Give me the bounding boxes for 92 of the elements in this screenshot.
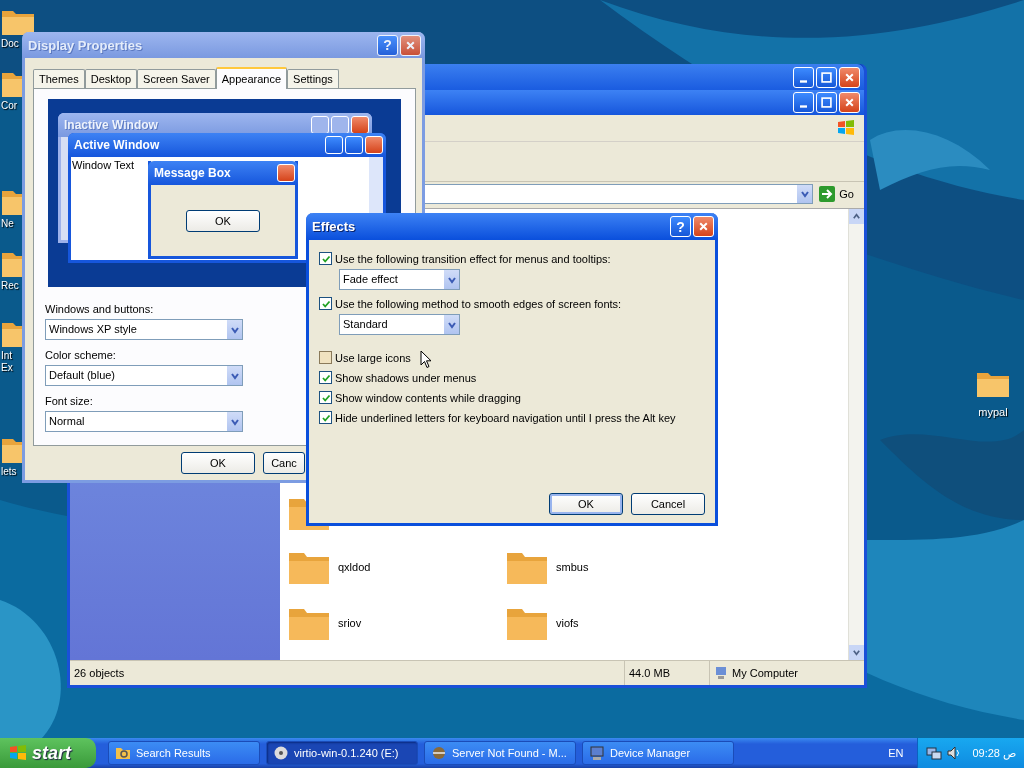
close-button[interactable] [839,92,860,113]
checkbox-label[interactable]: Use the following transition effect for menus and tooltips: [335,252,611,265]
minimize-icon [800,105,807,108]
dropdown[interactable]: Standard [339,314,460,335]
status-text: 44.0 MB [625,661,710,685]
status-text: My Computer [732,667,799,679]
disc-icon [273,745,289,761]
close-icon [844,71,855,83]
icon-label[interactable]: mypal [978,406,1008,418]
checkbox-label[interactable]: Use the following method to smooth edges of screen fonts: [335,297,622,310]
minimize-icon [800,79,807,83]
dropdown-button[interactable] [226,320,242,339]
window-title: Display Properties [28,37,143,53]
tab[interactable]: Screen Saver [137,69,216,88]
icon-label[interactable]: lets [1,466,19,478]
checkbox[interactable] [319,411,332,424]
checkbox-label[interactable]: Use large icons [335,351,411,364]
cursor-icon [420,350,432,369]
dropdown[interactable]: Normal [45,411,243,432]
close-icon [698,221,709,232]
folder-name[interactable]: viofs [556,617,579,629]
chevron-down-icon [799,189,810,199]
scroll-down-button[interactable] [849,645,864,660]
taskbar-button[interactable]: Server Not Found - M... [424,741,576,765]
window-title: Inactive Window [64,118,158,132]
scrollbar[interactable] [848,209,864,660]
taskbar-button[interactable]: virtio-win-0.1.240 (E:) [266,741,418,765]
network-icon[interactable] [926,745,943,761]
dialog-button[interactable]: OK [181,452,255,474]
folder-name[interactable]: sriov [338,617,362,629]
checkbox[interactable] [319,297,332,310]
dropdown[interactable]: Default (blue) [45,365,243,386]
close-button[interactable] [693,216,714,237]
maximize-button[interactable] [816,92,837,113]
tab[interactable]: Themes [33,69,85,88]
maximize-icon [821,97,832,108]
tab[interactable]: Desktop [84,69,138,88]
field-label: Windows and buttons: [45,303,155,315]
arrow-icon [819,186,836,202]
icon-label[interactable]: Cor [1,100,19,112]
dropdown-button[interactable] [443,315,459,334]
folder-name[interactable]: qxldod [338,561,371,573]
dropdown[interactable]: Fade effect [339,269,460,290]
scroll-up-button[interactable] [849,209,864,224]
icon-label[interactable]: Doc [1,38,19,50]
icon-label[interactable]: Rec [1,280,19,292]
windows-logo-icon [836,118,856,138]
dropdown-button[interactable] [796,185,813,203]
tab[interactable]: Appearance [215,67,288,89]
checkbox-label[interactable]: Show shadows under menus [335,371,477,384]
close-icon [844,97,855,108]
field-label: Font size: [45,395,94,407]
window-title: Message Box [154,166,231,180]
folder-name[interactable]: smbus [556,561,589,573]
minimize-button[interactable] [793,92,814,113]
taskbar-button[interactable]: Search Results [108,741,260,765]
maximize-icon [821,71,832,83]
help-button[interactable]: ? [670,216,691,237]
tab[interactable]: Settings [287,69,339,88]
maximize-button[interactable] [816,66,837,88]
dropdown-button[interactable] [226,366,242,385]
dropdown[interactable]: Windows XP style [45,319,243,340]
checkbox[interactable] [319,371,332,384]
folder-icon [115,745,131,761]
computer-icon [589,745,605,761]
language-indicator[interactable]: EN [888,747,904,759]
dialog-button[interactable]: Cancel [631,493,705,515]
window-text: Window Text [71,158,135,171]
field-label: Color scheme: [45,349,117,361]
go-button[interactable]: Go [817,186,856,202]
icon-label[interactable]: Ne [1,218,19,230]
close-icon [405,39,416,51]
checkbox[interactable] [319,351,332,364]
checkbox[interactable] [319,252,332,265]
windows-logo-icon [8,743,28,763]
minimize-button[interactable] [793,66,814,88]
icon-label[interactable]: Int Ex [1,350,19,374]
dropdown-button[interactable] [443,270,459,289]
dialog-button[interactable]: Canc [263,452,305,474]
taskbar-button[interactable]: Device Manager [582,741,734,765]
dialog-button[interactable]: OK [549,493,623,515]
close-button[interactable] [839,66,860,88]
dropdown-button[interactable] [226,412,242,431]
checkbox-label[interactable]: Hide underlined letters for keyboard navigation until I press the Alt key [335,411,676,424]
ok-button[interactable]: OK [186,209,260,232]
status-text: 26 objects [70,661,625,685]
checkbox[interactable] [319,391,332,404]
window-title: Effects [312,219,356,234]
globe-icon [431,745,447,761]
computer-icon [714,666,728,680]
checkbox-label[interactable]: Show window contents while dragging [335,391,521,404]
window-title: Active Window [74,138,160,152]
